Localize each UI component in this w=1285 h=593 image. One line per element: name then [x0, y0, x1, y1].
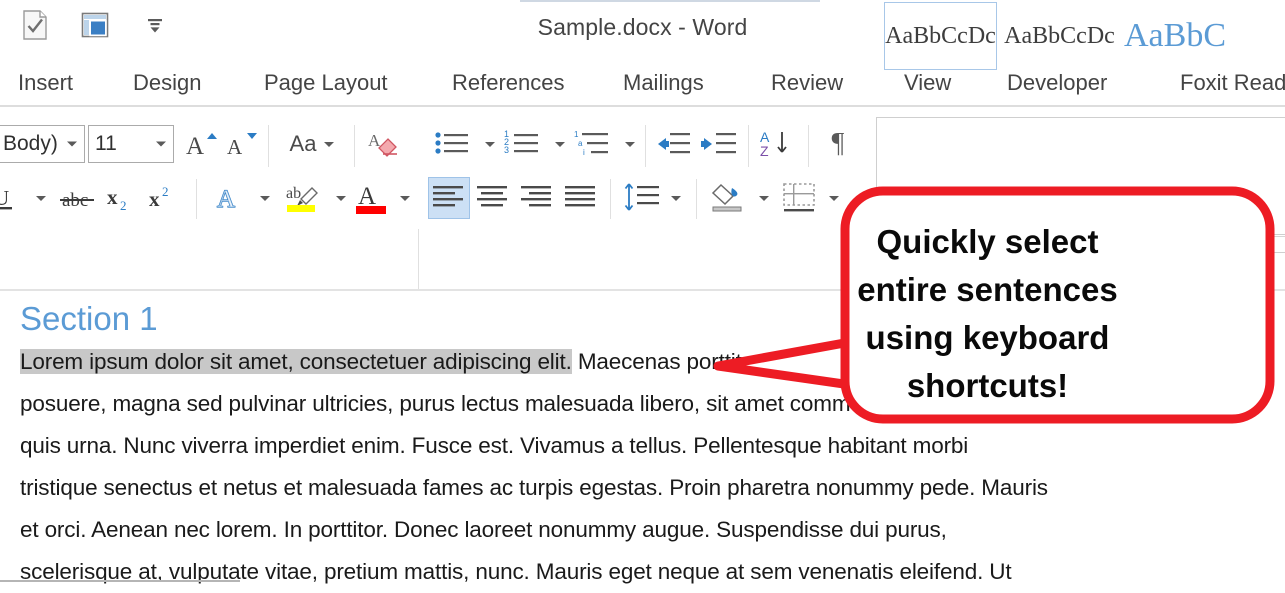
- callout-text: Quickly select entire sentences using ke…: [755, 218, 1220, 410]
- font-size-combo[interactable]: 11: [88, 125, 174, 163]
- svg-text:U: U: [0, 186, 9, 210]
- chevron-down-icon: [67, 141, 77, 147]
- paragraph-divider-4: [610, 179, 611, 219]
- svg-text:i: i: [583, 148, 585, 157]
- style-sample-text: AaBbCcDc: [1004, 22, 1115, 49]
- callout-line-4: shortcuts!: [906, 367, 1069, 404]
- multilevel-list-button[interactable]: 1 a i: [572, 125, 616, 163]
- font-group-divider-1: [268, 125, 269, 167]
- numbering-button[interactable]: 1 2 3: [502, 125, 546, 163]
- tab-insert[interactable]: Insert: [18, 58, 73, 108]
- svg-text:1: 1: [574, 130, 579, 139]
- superscript-button[interactable]: x 2: [144, 179, 182, 217]
- svg-text:A: A: [227, 135, 243, 159]
- font-name-combo[interactable]: Body): [0, 125, 85, 163]
- style-item-no-spacing[interactable]: AaBbCcDc: [1003, 2, 1116, 70]
- bullets-button[interactable]: [432, 125, 476, 163]
- sort-button[interactable]: A Z: [756, 125, 800, 163]
- style-sample-text: AaBbCcDc: [885, 22, 996, 49]
- callout-line-1: Quickly select: [876, 223, 1099, 260]
- line-spacing-button[interactable]: [620, 177, 664, 219]
- svg-text:a: a: [578, 139, 583, 148]
- callout-line-3: using keyboard: [865, 319, 1110, 356]
- change-case-label: Aa: [289, 131, 317, 156]
- font-color-button[interactable]: A: [352, 177, 392, 219]
- tab-references[interactable]: References: [452, 58, 565, 108]
- title-bar-accent-line: [520, 0, 820, 2]
- svg-text:x: x: [107, 185, 118, 209]
- svg-text:x: x: [149, 187, 160, 211]
- svg-text:2: 2: [120, 198, 127, 213]
- borders-button[interactable]: [778, 177, 822, 219]
- text-effects-button[interactable]: A A: [210, 179, 250, 217]
- chevron-down-icon: [324, 141, 335, 147]
- strikethrough-button[interactable]: abc: [58, 179, 98, 217]
- paragraph-divider-5: [696, 179, 697, 219]
- shrink-font-button[interactable]: A: [222, 125, 260, 163]
- increase-indent-button[interactable]: [698, 125, 742, 163]
- style-item-heading[interactable]: AaBbC: [1124, 2, 1285, 70]
- paragraph-divider-2: [748, 125, 749, 167]
- justify-button[interactable]: [560, 177, 602, 219]
- tab-mailings[interactable]: Mailings: [623, 58, 704, 108]
- document-line: et orci. Aenean nec lorem. In porttitor.…: [20, 517, 947, 542]
- word-application-window: Sample.docx - Word Insert Design Page La…: [0, 0, 1285, 593]
- clear-formatting-button[interactable]: A: [364, 125, 406, 163]
- show-formatting-marks-button[interactable]: ¶: [818, 125, 858, 163]
- document-bottom-rule: [0, 580, 240, 582]
- chevron-down-icon: [156, 141, 166, 147]
- svg-text:ab: ab: [286, 185, 301, 202]
- shading-chevron-icon[interactable]: [752, 179, 776, 217]
- underline-button[interactable]: U: [0, 179, 22, 217]
- align-right-button[interactable]: [516, 177, 558, 219]
- pilcrow-icon: ¶: [831, 128, 845, 159]
- font-color-chevron-icon[interactable]: [392, 179, 418, 217]
- numbering-chevron-icon[interactable]: [548, 125, 572, 163]
- document-line: tristique senectus et netus et malesuada…: [20, 475, 1048, 500]
- grow-font-button[interactable]: A: [182, 125, 220, 163]
- paragraph-divider-1: [645, 125, 646, 167]
- tab-review[interactable]: Review: [771, 58, 843, 108]
- selected-sentence: Lorem ipsum dolor sit amet, consectetuer…: [20, 349, 572, 374]
- tab-design[interactable]: Design: [133, 58, 201, 108]
- text-highlight-color-button[interactable]: ab: [282, 177, 326, 219]
- paragraph-divider-3: [808, 125, 809, 167]
- tab-page-layout[interactable]: Page Layout: [264, 58, 388, 108]
- subscript-button[interactable]: x 2: [102, 179, 140, 217]
- svg-text:A: A: [217, 186, 235, 213]
- decrease-indent-button[interactable]: [652, 125, 696, 163]
- underline-options-chevron-icon[interactable]: [28, 179, 54, 217]
- svg-text:3: 3: [504, 145, 509, 155]
- borders-chevron-icon[interactable]: [822, 179, 846, 217]
- line-spacing-chevron-icon[interactable]: [664, 179, 688, 217]
- align-center-button[interactable]: [472, 177, 514, 219]
- font-group-divider-3: [196, 179, 197, 219]
- svg-text:A: A: [358, 183, 376, 210]
- style-label-heading: ng: [1247, 240, 1265, 257]
- svg-text:Z: Z: [760, 143, 769, 159]
- document-heading-section-1: Section 1: [20, 300, 158, 337]
- text-effects-chevron-icon[interactable]: [252, 179, 278, 217]
- svg-text:A: A: [186, 133, 204, 159]
- align-left-button[interactable]: [428, 177, 470, 219]
- font-group-divider-2: [354, 125, 355, 167]
- document-line: quis urna. Nunc viverra imperdiet enim. …: [20, 433, 969, 458]
- style-item-normal[interactable]: AaBbCcDc: [884, 2, 997, 70]
- bullets-chevron-icon[interactable]: [478, 125, 502, 163]
- callout-line-2: entire sentences: [857, 271, 1118, 308]
- multilevel-list-chevron-icon[interactable]: [618, 125, 642, 163]
- text-highlight-chevron-icon[interactable]: [328, 179, 354, 217]
- shading-button[interactable]: [706, 177, 752, 219]
- style-sample-text: AaBbC: [1124, 17, 1226, 54]
- svg-text:2: 2: [162, 184, 169, 199]
- change-case-button[interactable]: Aa: [278, 125, 346, 163]
